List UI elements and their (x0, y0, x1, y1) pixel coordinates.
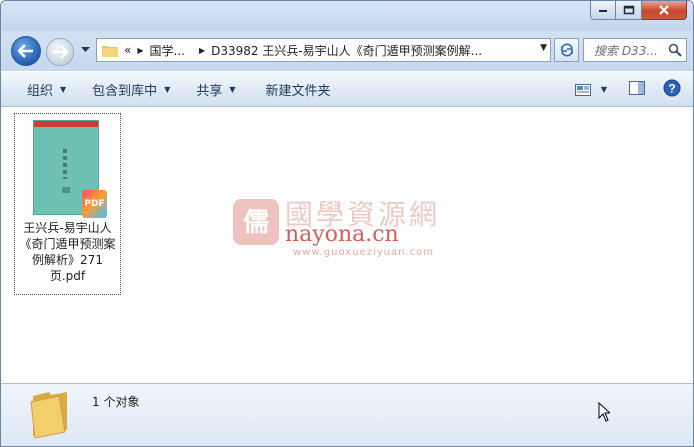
watermark-logo-glyph: 儒 (242, 207, 269, 238)
watermark-url-text: www.guoxueziyuan.com (293, 247, 434, 258)
arrow-left-icon (18, 44, 33, 58)
address-bar[interactable]: « ▶ 国学... ▶ D33982 王兴兵-易宇山人《奇门遁甲预测案例解...… (96, 38, 551, 62)
view-controls: ▼ ? (574, 79, 681, 100)
file-list[interactable]: PDF 王兴兵-易宇山人《奇门遁甲预测案例解析》271页.pdf 儒 國學資源網… (1, 107, 693, 383)
chevron-down-icon: ▼ (164, 84, 171, 94)
watermark-domain-text: nayona.cn (285, 222, 399, 247)
breadcrumb-current[interactable]: D33982 王兴兵-易宇山人《奇门遁甲预测案例解... (211, 42, 482, 59)
mouse-pointer-icon (598, 402, 610, 422)
folder-icon (30, 392, 67, 438)
title-bar (1, 1, 693, 31)
share-label: 共享 (196, 83, 223, 99)
breadcrumb-item[interactable]: 国学... (150, 42, 185, 59)
chevron-right-icon[interactable]: ▶ (137, 46, 143, 55)
cover-title-mark (63, 149, 67, 179)
navigation-row: « ▶ 国学... ▶ D33982 王兴兵-易宇山人《奇门遁甲预测案例解...… (1, 31, 693, 71)
chevron-down-icon[interactable]: ▼ (601, 85, 607, 94)
folder-icon (102, 45, 118, 57)
cover-band (34, 121, 98, 127)
file-item[interactable]: PDF 王兴兵-易宇山人《奇门遁甲预测案例解析》271页.pdf (14, 113, 121, 295)
organize-menu[interactable]: 组织 ▼ (19, 76, 74, 102)
file-name[interactable]: 王兴兵-易宇山人《奇门遁甲预测案例解析》271页.pdf (15, 220, 120, 284)
organize-label: 组织 (27, 83, 54, 99)
new-folder-label: 新建文件夹 (265, 83, 331, 99)
search-input[interactable]: 搜索 D33... (594, 42, 658, 59)
maximize-button[interactable] (616, 1, 642, 20)
close-button[interactable] (642, 1, 687, 20)
include-in-library-menu[interactable]: 包含到库中 ▼ (84, 76, 178, 102)
watermark: 儒 國學資源網 nayona.cn www.guoxueziyuan.com (233, 197, 473, 258)
forward-button[interactable] (46, 38, 74, 66)
svg-text:?: ? (668, 82, 675, 96)
minimize-button[interactable] (590, 1, 616, 20)
maximize-icon (623, 5, 634, 15)
back-button[interactable] (11, 36, 41, 66)
new-folder-button[interactable]: 新建文件夹 (258, 76, 339, 102)
preview-pane-button[interactable] (629, 81, 645, 98)
change-view-button[interactable]: ▼ (574, 83, 607, 96)
refresh-button[interactable] (554, 38, 579, 62)
recent-pages-dropdown[interactable] (81, 47, 90, 53)
command-bar: 组织 ▼ 包含到库中 ▼ 共享 ▼ 新建文件夹 ▼ ? (1, 71, 693, 107)
share-menu[interactable]: 共享 ▼ (188, 76, 243, 102)
cover-stamp-mark (62, 187, 70, 193)
search-icon[interactable] (668, 43, 682, 57)
chevron-down-icon: ▼ (60, 84, 67, 94)
chevron-down-icon[interactable]: ▼ (540, 43, 547, 53)
address-overflow[interactable]: « (124, 43, 131, 57)
close-icon (659, 5, 669, 15)
help-button[interactable]: ? (663, 79, 681, 100)
chevron-right-icon[interactable]: ▶ (199, 46, 205, 55)
arrow-right-icon (53, 45, 68, 59)
pdf-icon: PDF (82, 190, 107, 218)
chevron-down-icon: ▼ (229, 84, 236, 94)
refresh-icon (560, 43, 573, 57)
minimize-icon (599, 10, 607, 12)
details-pane: 1 个对象 (1, 383, 693, 446)
caption-buttons (590, 1, 687, 20)
include-library-label: 包含到库中 (92, 83, 158, 99)
explorer-window: « ▶ 国学... ▶ D33982 王兴兵-易宇山人《奇门遁甲预测案例解...… (0, 0, 694, 447)
view-options-icon (574, 83, 591, 96)
search-box[interactable]: 搜索 D33... (583, 38, 687, 62)
preview-pane-icon (629, 81, 645, 95)
help-icon: ? (663, 79, 681, 97)
status-item-count: 1 个对象 (92, 395, 140, 409)
